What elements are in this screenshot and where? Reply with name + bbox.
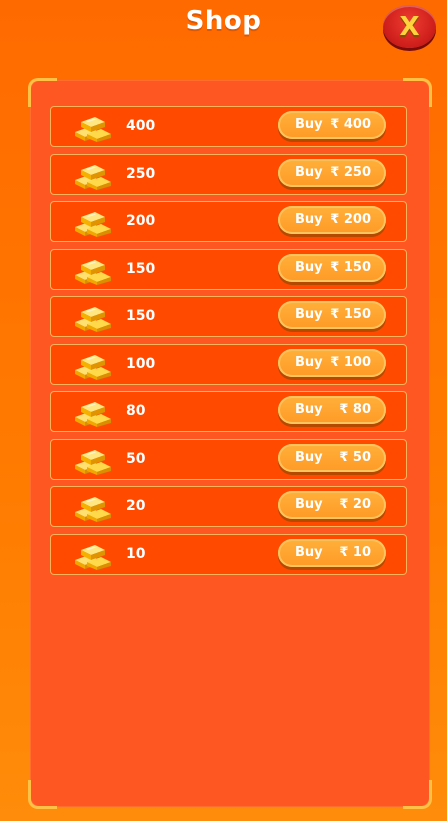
- gold-bars-icon: [75, 544, 111, 570]
- gold-amount: 400: [126, 118, 156, 134]
- gold-amount: 150: [126, 308, 156, 324]
- gold-amount: 20: [126, 498, 146, 514]
- buy-label: Buy: [295, 117, 323, 132]
- buy-button[interactable]: Buy ₹ 250: [278, 158, 386, 187]
- buy-button[interactable]: Buy ₹ 50: [278, 443, 386, 472]
- buy-button[interactable]: Buy ₹ 80: [278, 396, 386, 424]
- panel-corner-top-left: [28, 78, 57, 107]
- close-icon: X: [399, 11, 420, 42]
- shop-item: 250 Buy ₹ 250: [50, 153, 407, 195]
- price-label: ₹ 200: [330, 212, 371, 227]
- buy-label: Buy: [295, 307, 323, 322]
- shop-item: 150 Buy ₹ 150: [50, 296, 407, 337]
- gold-amount: 50: [126, 450, 146, 467]
- price-label: ₹ 80: [339, 402, 371, 417]
- buy-label: Buy: [295, 402, 323, 417]
- gold-bars-icon: [75, 497, 111, 522]
- gold-bars-icon: [75, 354, 111, 380]
- price-label: ₹ 10: [339, 544, 371, 560]
- shop-item: 50 Buy ₹ 50: [50, 438, 407, 480]
- buy-label: Buy: [295, 212, 323, 227]
- buy-button[interactable]: Buy ₹ 150: [278, 253, 386, 282]
- gold-amount: 10: [126, 545, 146, 562]
- gold-amount: 200: [126, 213, 156, 229]
- buy-button[interactable]: Buy ₹ 20: [278, 491, 386, 519]
- buy-button[interactable]: Buy ₹ 100: [278, 348, 386, 377]
- gold-bars-icon: [75, 164, 111, 190]
- buy-button[interactable]: Buy ₹ 200: [278, 206, 386, 234]
- gold-amount: 100: [126, 355, 156, 372]
- gold-amount: 80: [126, 403, 146, 419]
- shop-item: 400 Buy ₹ 400: [50, 106, 407, 147]
- buy-button[interactable]: Buy ₹ 150: [278, 301, 386, 329]
- buy-button[interactable]: Buy ₹ 400: [278, 111, 386, 139]
- price-label: ₹ 20: [339, 497, 371, 512]
- panel-corner-bottom-right: [403, 780, 432, 809]
- buy-button[interactable]: Buy ₹ 10: [278, 538, 386, 567]
- shop-item: 200 Buy ₹ 200: [50, 201, 407, 242]
- gold-bars-icon: [75, 307, 111, 332]
- shop-item: 150 Buy ₹ 150: [50, 248, 407, 290]
- gold-bars-icon: [75, 212, 111, 237]
- panel-corner-top-right: [403, 78, 432, 107]
- buy-label: Buy: [295, 164, 323, 180]
- gold-bars-icon: [75, 117, 111, 142]
- price-label: ₹ 100: [330, 354, 371, 370]
- price-label: ₹ 150: [330, 307, 371, 322]
- shop-item-list: 400 Buy ₹ 400 250 Buy ₹ 250 200 Buy ₹ 20…: [50, 106, 407, 581]
- page-title: Shop: [185, 6, 262, 36]
- gold-amount: 250: [126, 165, 156, 182]
- gold-amount: 150: [126, 260, 156, 277]
- gold-bars-icon: [75, 259, 111, 285]
- shop-item: 100 Buy ₹ 100: [50, 343, 407, 385]
- shop-item: 10 Buy ₹ 10: [50, 533, 407, 575]
- price-label: ₹ 400: [330, 117, 371, 132]
- close-button[interactable]: X: [383, 5, 436, 48]
- gold-bars-icon: [75, 449, 111, 475]
- price-label: ₹ 50: [339, 449, 371, 465]
- price-label: ₹ 150: [330, 259, 371, 275]
- price-label: ₹ 250: [330, 164, 371, 180]
- buy-label: Buy: [295, 449, 323, 465]
- shop-item: 80 Buy ₹ 80: [50, 391, 407, 432]
- buy-label: Buy: [295, 354, 323, 370]
- shop-item: 20 Buy ₹ 20: [50, 486, 407, 527]
- buy-label: Buy: [295, 544, 323, 560]
- buy-label: Buy: [295, 497, 323, 512]
- gold-bars-icon: [75, 402, 111, 427]
- panel-corner-bottom-left: [28, 780, 57, 809]
- buy-label: Buy: [295, 259, 323, 275]
